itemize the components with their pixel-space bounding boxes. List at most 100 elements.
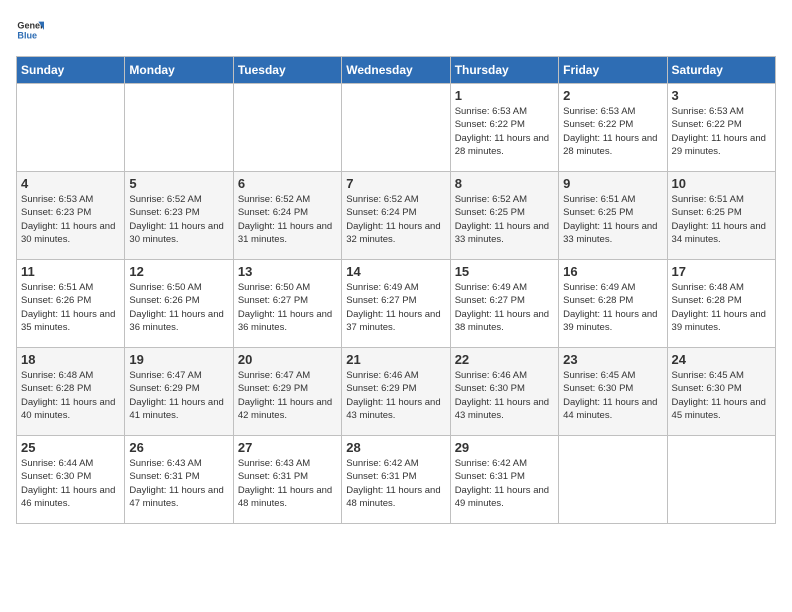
day-number: 3 bbox=[672, 88, 771, 103]
calendar-cell: 10 Sunrise: 6:51 AM Sunset: 6:25 PM Dayli… bbox=[667, 172, 775, 260]
day-info: Sunrise: 6:42 AM Sunset: 6:31 PM Dayligh… bbox=[455, 457, 554, 510]
calendar-cell: 16Sunrise: 6:49 AM Sunset: 6:28 PM Dayli… bbox=[559, 260, 667, 348]
header: General Blue bbox=[16, 16, 776, 44]
week-row-0: 1 Sunrise: 6:53 AM Sunset: 6:22 PM Daylig… bbox=[17, 84, 776, 172]
day-info: Sunrise: 6:43 AM Sunset: 6:31 PM Dayligh… bbox=[238, 457, 337, 510]
calendar-cell: 2 Sunrise: 6:53 AM Sunset: 6:22 PM Daylig… bbox=[559, 84, 667, 172]
weekday-header-wednesday: Wednesday bbox=[342, 57, 450, 84]
day-info: Sunrise: 6:49 AM Sunset: 6:27 PM Dayligh… bbox=[346, 281, 445, 334]
day-number: 20 bbox=[238, 352, 337, 367]
day-info: Sunrise: 6:52 AM Sunset: 6:24 PM Dayligh… bbox=[238, 193, 337, 246]
calendar-cell: 11Sunrise: 6:51 AM Sunset: 6:26 PM Dayli… bbox=[17, 260, 125, 348]
day-info: Sunrise: 6:52 AM Sunset: 6:24 PM Dayligh… bbox=[346, 193, 445, 246]
day-number: 16 bbox=[563, 264, 662, 279]
day-number: 13 bbox=[238, 264, 337, 279]
day-info: Sunrise: 6:53 AM Sunset: 6:22 PM Dayligh… bbox=[563, 105, 662, 158]
calendar-cell: 17 Sunrise: 6:48 AM Sunset: 6:28 PM Dayli… bbox=[667, 260, 775, 348]
day-info: Sunrise: 6:50 AM Sunset: 6:26 PM Dayligh… bbox=[129, 281, 228, 334]
day-info: Sunrise: 6:46 AM Sunset: 6:30 PM Dayligh… bbox=[455, 369, 554, 422]
day-number: 23 bbox=[563, 352, 662, 367]
week-row-2: 11Sunrise: 6:51 AM Sunset: 6:26 PM Dayli… bbox=[17, 260, 776, 348]
day-number: 15 bbox=[455, 264, 554, 279]
day-number: 4 bbox=[21, 176, 120, 191]
calendar-cell bbox=[233, 84, 341, 172]
calendar-cell: 14 Sunrise: 6:49 AM Sunset: 6:27 PM Dayli… bbox=[342, 260, 450, 348]
day-info: Sunrise: 6:49 AM Sunset: 6:27 PM Dayligh… bbox=[455, 281, 554, 334]
day-number: 18 bbox=[21, 352, 120, 367]
day-info: Sunrise: 6:43 AM Sunset: 6:31 PM Dayligh… bbox=[129, 457, 228, 510]
calendar-cell: 22 Sunrise: 6:46 AM Sunset: 6:30 PM Dayli… bbox=[450, 348, 558, 436]
logo: General Blue bbox=[16, 16, 44, 44]
calendar-cell: 6 Sunrise: 6:52 AM Sunset: 6:24 PM Daylig… bbox=[233, 172, 341, 260]
calendar-cell bbox=[667, 436, 775, 524]
calendar-cell: 8 Sunrise: 6:52 AM Sunset: 6:25 PM Daylig… bbox=[450, 172, 558, 260]
calendar-cell: 25 Sunrise: 6:44 AM Sunset: 6:30 PM Dayli… bbox=[17, 436, 125, 524]
day-info: Sunrise: 6:51 AM Sunset: 6:25 PM Dayligh… bbox=[672, 193, 771, 246]
calendar-cell: 20 Sunrise: 6:47 AM Sunset: 6:29 PM Dayli… bbox=[233, 348, 341, 436]
day-info: Sunrise: 6:50 AM Sunset: 6:27 PM Dayligh… bbox=[238, 281, 337, 334]
weekday-header-tuesday: Tuesday bbox=[233, 57, 341, 84]
day-number: 24 bbox=[672, 352, 771, 367]
week-row-1: 4 Sunrise: 6:53 AM Sunset: 6:23 PM Daylig… bbox=[17, 172, 776, 260]
day-info: Sunrise: 6:52 AM Sunset: 6:23 PM Dayligh… bbox=[129, 193, 228, 246]
logo-icon: General Blue bbox=[16, 16, 44, 44]
day-info: Sunrise: 6:52 AM Sunset: 6:25 PM Dayligh… bbox=[455, 193, 554, 246]
calendar-cell: 27 Sunrise: 6:43 AM Sunset: 6:31 PM Dayli… bbox=[233, 436, 341, 524]
day-number: 25 bbox=[21, 440, 120, 455]
calendar-cell: 5 Sunrise: 6:52 AM Sunset: 6:23 PM Daylig… bbox=[125, 172, 233, 260]
calendar-cell: 29 Sunrise: 6:42 AM Sunset: 6:31 PM Dayli… bbox=[450, 436, 558, 524]
weekday-header-saturday: Saturday bbox=[667, 57, 775, 84]
calendar-cell: 1 Sunrise: 6:53 AM Sunset: 6:22 PM Daylig… bbox=[450, 84, 558, 172]
day-number: 27 bbox=[238, 440, 337, 455]
day-number: 19 bbox=[129, 352, 228, 367]
day-number: 28 bbox=[346, 440, 445, 455]
svg-text:Blue: Blue bbox=[17, 30, 37, 40]
day-info: Sunrise: 6:53 AM Sunset: 6:22 PM Dayligh… bbox=[672, 105, 771, 158]
day-info: Sunrise: 6:46 AM Sunset: 6:29 PM Dayligh… bbox=[346, 369, 445, 422]
day-info: Sunrise: 6:48 AM Sunset: 6:28 PM Dayligh… bbox=[21, 369, 120, 422]
day-number: 29 bbox=[455, 440, 554, 455]
day-info: Sunrise: 6:53 AM Sunset: 6:23 PM Dayligh… bbox=[21, 193, 120, 246]
day-info: Sunrise: 6:42 AM Sunset: 6:31 PM Dayligh… bbox=[346, 457, 445, 510]
day-info: Sunrise: 6:47 AM Sunset: 6:29 PM Dayligh… bbox=[129, 369, 228, 422]
day-number: 9 bbox=[563, 176, 662, 191]
day-number: 14 bbox=[346, 264, 445, 279]
day-number: 17 bbox=[672, 264, 771, 279]
day-number: 6 bbox=[238, 176, 337, 191]
day-number: 26 bbox=[129, 440, 228, 455]
calendar-cell bbox=[125, 84, 233, 172]
calendar-cell: 24Sunrise: 6:45 AM Sunset: 6:30 PM Dayli… bbox=[667, 348, 775, 436]
calendar-cell: 18 Sunrise: 6:48 AM Sunset: 6:28 PM Dayli… bbox=[17, 348, 125, 436]
weekday-header-sunday: Sunday bbox=[17, 57, 125, 84]
day-number: 8 bbox=[455, 176, 554, 191]
day-info: Sunrise: 6:44 AM Sunset: 6:30 PM Dayligh… bbox=[21, 457, 120, 510]
calendar-cell: 15 Sunrise: 6:49 AM Sunset: 6:27 PM Dayli… bbox=[450, 260, 558, 348]
weekday-header-friday: Friday bbox=[559, 57, 667, 84]
day-number: 22 bbox=[455, 352, 554, 367]
calendar-cell: 7 Sunrise: 6:52 AM Sunset: 6:24 PM Daylig… bbox=[342, 172, 450, 260]
day-info: Sunrise: 6:47 AM Sunset: 6:29 PM Dayligh… bbox=[238, 369, 337, 422]
day-number: 2 bbox=[563, 88, 662, 103]
day-info: Sunrise: 6:51 AM Sunset: 6:25 PM Dayligh… bbox=[563, 193, 662, 246]
calendar-cell: 3 Sunrise: 6:53 AM Sunset: 6:22 PM Daylig… bbox=[667, 84, 775, 172]
calendar-cell: 9 Sunrise: 6:51 AM Sunset: 6:25 PM Daylig… bbox=[559, 172, 667, 260]
calendar-cell: 26 Sunrise: 6:43 AM Sunset: 6:31 PM Dayli… bbox=[125, 436, 233, 524]
day-number: 21 bbox=[346, 352, 445, 367]
weekday-header-thursday: Thursday bbox=[450, 57, 558, 84]
calendar-cell: 28 Sunrise: 6:42 AM Sunset: 6:31 PM Dayli… bbox=[342, 436, 450, 524]
weekday-header-monday: Monday bbox=[125, 57, 233, 84]
calendar-cell: 13 Sunrise: 6:50 AM Sunset: 6:27 PM Dayli… bbox=[233, 260, 341, 348]
weekday-header-row: SundayMondayTuesdayWednesdayThursdayFrid… bbox=[17, 57, 776, 84]
day-number: 7 bbox=[346, 176, 445, 191]
calendar-cell: 21 Sunrise: 6:46 AM Sunset: 6:29 PM Dayli… bbox=[342, 348, 450, 436]
calendar-table: SundayMondayTuesdayWednesdayThursdayFrid… bbox=[16, 56, 776, 524]
calendar-cell: 12Sunrise: 6:50 AM Sunset: 6:26 PM Dayli… bbox=[125, 260, 233, 348]
day-number: 5 bbox=[129, 176, 228, 191]
day-info: Sunrise: 6:48 AM Sunset: 6:28 PM Dayligh… bbox=[672, 281, 771, 334]
day-number: 1 bbox=[455, 88, 554, 103]
day-info: Sunrise: 6:53 AM Sunset: 6:22 PM Dayligh… bbox=[455, 105, 554, 158]
calendar-cell bbox=[559, 436, 667, 524]
day-info: Sunrise: 6:45 AM Sunset: 6:30 PM Dayligh… bbox=[563, 369, 662, 422]
calendar-cell: 23 Sunrise: 6:45 AM Sunset: 6:30 PM Dayli… bbox=[559, 348, 667, 436]
day-number: 10 bbox=[672, 176, 771, 191]
